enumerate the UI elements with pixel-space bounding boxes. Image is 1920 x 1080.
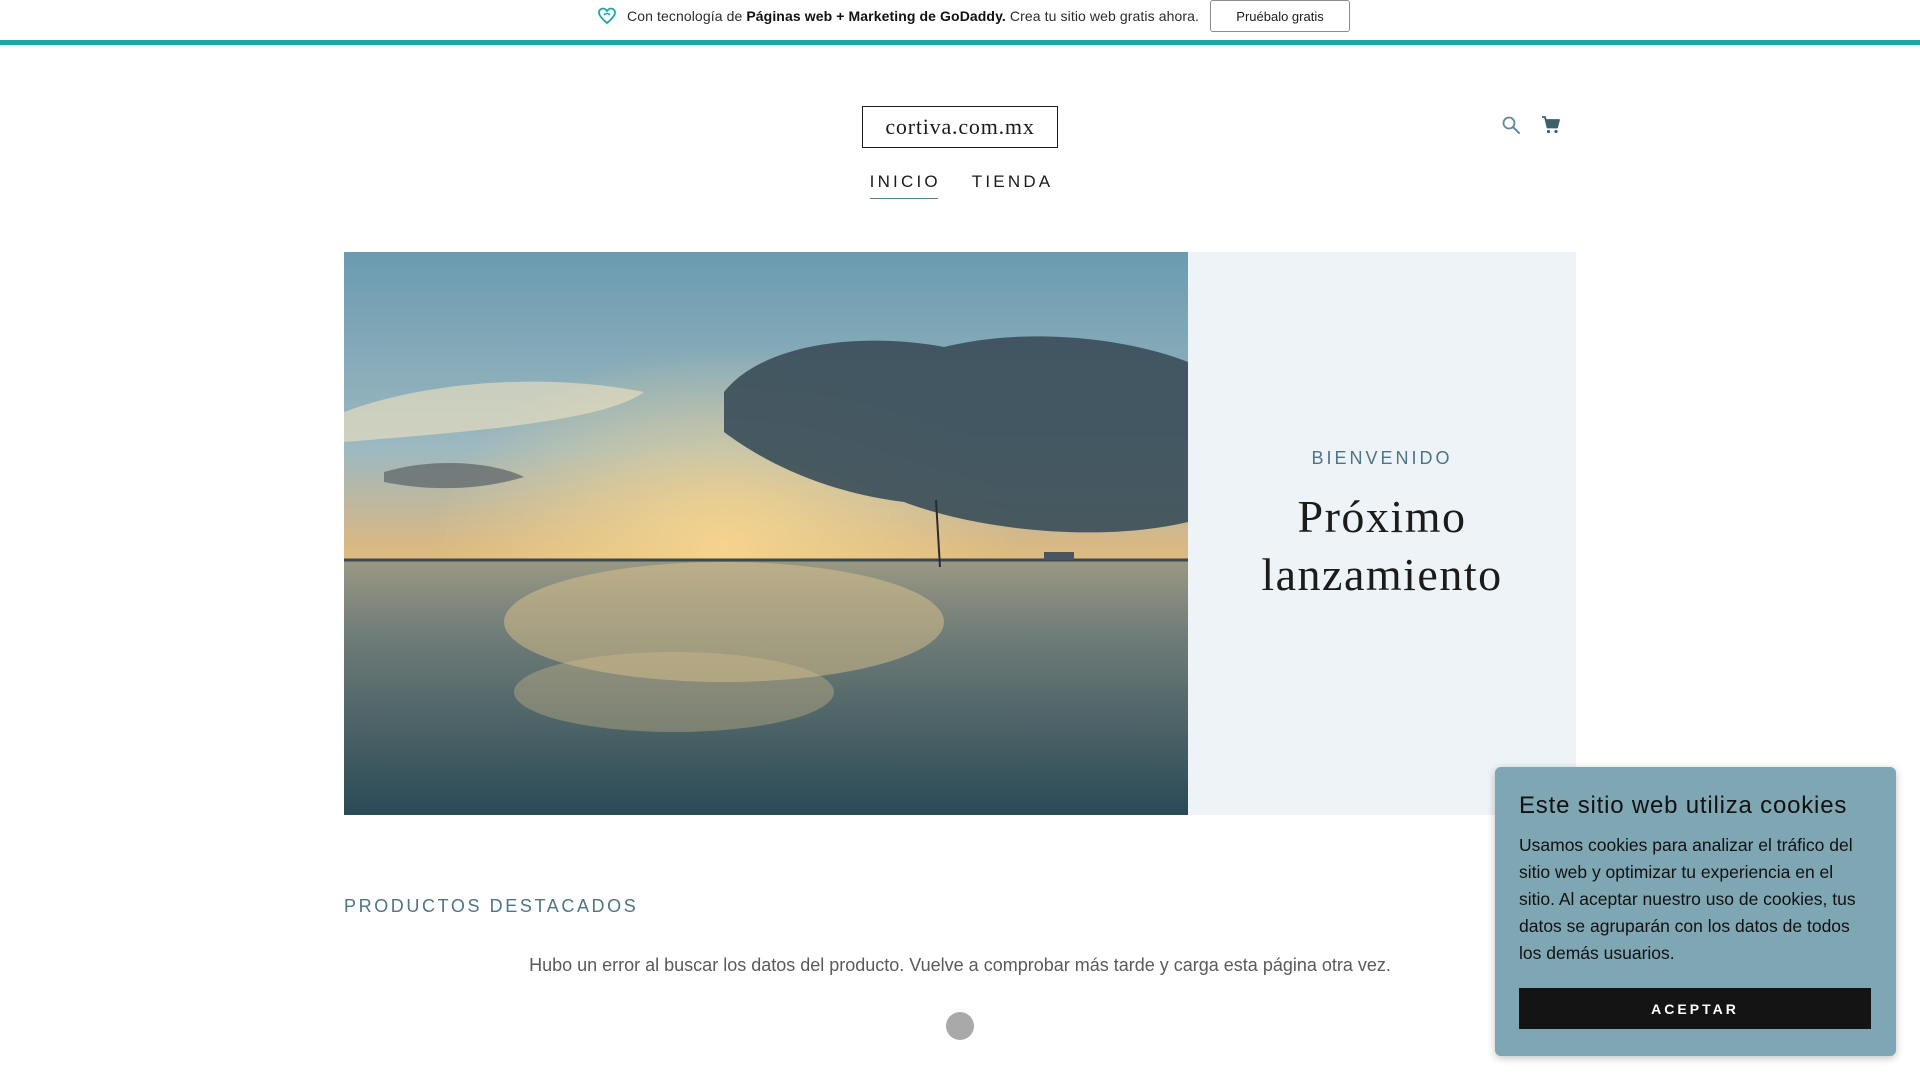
promo-text: Con tecnología de Páginas web + Marketin… bbox=[627, 8, 1199, 24]
search-icon[interactable] bbox=[1500, 114, 1522, 136]
hero-eyebrow: BIENVENIDO bbox=[1311, 448, 1453, 468]
cookie-title: Este sitio web utiliza cookies bbox=[1519, 792, 1848, 819]
cookie-banner: Este sitio web utiliza cookies Usamos co… bbox=[1495, 767, 1896, 1056]
promo-prefix: Con tecnología de bbox=[627, 8, 747, 24]
hero-title: Próximo lanzamiento bbox=[1261, 491, 1503, 600]
loading-spinner bbox=[946, 1012, 974, 1040]
cart-icon[interactable] bbox=[1540, 114, 1562, 136]
promo-brand-link[interactable]: Páginas web + Marketing de GoDaddy. bbox=[746, 8, 1006, 24]
godaddy-logo-icon bbox=[596, 5, 618, 27]
promo-content: Con tecnología de Páginas web + Marketin… bbox=[596, 0, 1351, 32]
hero-text-panel: BIENVENIDO Próximo lanzamiento bbox=[1188, 252, 1576, 815]
godaddy-promo-bar: Con tecnología de Páginas web + Marketin… bbox=[0, 0, 1920, 45]
site-logo[interactable]: cortiva.com.mx bbox=[862, 106, 1058, 148]
hero-image bbox=[344, 252, 1188, 815]
promo-suffix: Crea tu sitio web gratis ahora. bbox=[1005, 8, 1200, 24]
nav-item-tienda[interactable]: TIENDA bbox=[972, 172, 1054, 199]
nav-item-inicio[interactable]: INICIO bbox=[869, 172, 941, 199]
try-free-button[interactable]: Pruébalo gratis bbox=[1210, 0, 1351, 32]
cookie-body: Usamos cookies para analizar el tráfico … bbox=[1519, 835, 1856, 963]
featured-products-heading: PRODUCTOS DESTACADOS bbox=[344, 896, 639, 916]
main-nav: INICIO TIENDA bbox=[0, 172, 1920, 199]
accept-cookies-button[interactable]: ACEPTAR bbox=[1519, 988, 1871, 1029]
header-actions bbox=[1500, 114, 1562, 136]
